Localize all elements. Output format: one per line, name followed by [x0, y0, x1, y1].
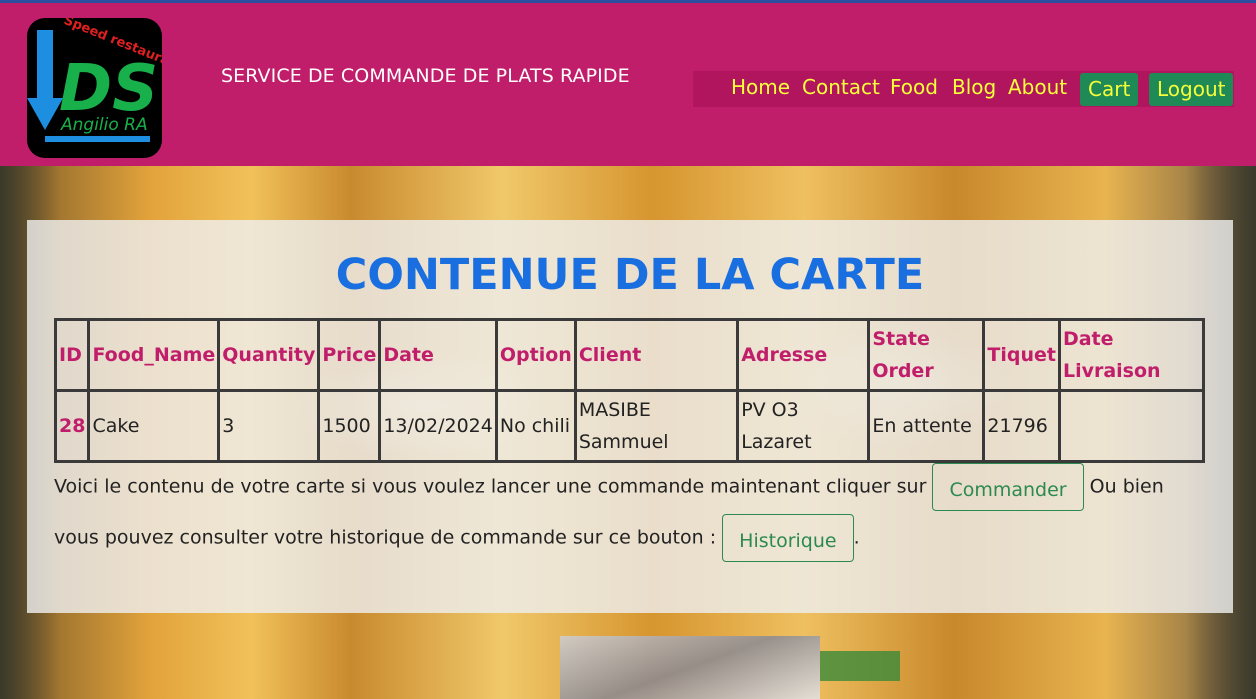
info-text: vous pouvez consulter votre historique d…	[54, 526, 717, 549]
site-logo[interactable]: DS Speed restauration Angilio RA	[27, 18, 162, 158]
cell-date: 13/02/2024	[378, 389, 498, 463]
cell-state-order: En attente	[867, 389, 986, 463]
info-text: .	[853, 526, 860, 549]
cell-option: No chili	[494, 389, 577, 463]
cell-price: 1500	[317, 389, 382, 463]
page-title: CONTENUE DE LA CARTE	[335, 250, 925, 300]
column-header: ID	[53, 318, 91, 392]
nav-contact-link[interactable]: Contact	[802, 75, 880, 99]
historique-button[interactable]: Historique	[722, 514, 854, 562]
info-text: Voici le contenu de votre carte si vous …	[54, 475, 927, 498]
logo-author-text: Angilio RA	[60, 115, 148, 135]
nav-cart-button[interactable]: Cart	[1080, 73, 1139, 106]
nav-food-link[interactable]: Food	[890, 75, 938, 99]
cell-adresse: PV O3 Lazaret	[736, 389, 871, 463]
cell-id: 28	[53, 389, 91, 463]
logo-graphic: DS Speed restauration Angilio RA	[27, 18, 162, 142]
nav-logout-button[interactable]: Logout	[1149, 73, 1234, 106]
cart-panel: CONTENUE DE LA CARTE ID Food_Name Quanti…	[27, 220, 1233, 613]
column-header: Client	[573, 318, 740, 392]
cell-tiquet: 21796	[982, 389, 1061, 463]
site-header: DS Speed restauration Angilio RA SERVICE…	[0, 3, 1256, 166]
column-header: Date Livraison	[1057, 318, 1206, 392]
table-header-row: ID Food_Name Quantity Price Date Option …	[53, 318, 1206, 392]
cell-date-livraison	[1057, 389, 1206, 463]
info-line-2: vous pouvez consulter votre historique d…	[54, 514, 1214, 562]
column-header: Adresse	[736, 318, 871, 392]
info-text: Ou bien	[1089, 475, 1164, 498]
cell-client: MASIBE Sammuel	[573, 389, 740, 463]
cell-quantity: 3	[217, 389, 321, 463]
commander-button[interactable]: Commander	[932, 463, 1084, 511]
table-row: 28 Cake 3 1500 13/02/2024 No chili MASIB…	[53, 389, 1206, 463]
column-header: Food_Name	[87, 318, 221, 392]
cell-food-name: Cake	[87, 389, 221, 463]
nav-about-link[interactable]: About	[1008, 75, 1067, 99]
service-title: SERVICE DE COMMANDE DE PLATS RAPIDE	[221, 65, 630, 87]
column-header: Price	[317, 318, 382, 392]
column-header: Tiquet	[982, 318, 1061, 392]
info-line-1: Voici le contenu de votre carte si vous …	[54, 463, 1214, 511]
nav-home-link[interactable]: Home	[731, 75, 790, 99]
main-nav: Home Contact Food Blog About Cart Logout	[693, 71, 1234, 107]
cart-table: ID Food_Name Quantity Price Date Option …	[53, 318, 1206, 463]
nav-blog-link[interactable]: Blog	[952, 75, 996, 99]
column-header: State Order	[867, 318, 986, 392]
column-header: Date	[378, 318, 498, 392]
column-header: Option	[494, 318, 577, 392]
column-header: Quantity	[217, 318, 321, 392]
